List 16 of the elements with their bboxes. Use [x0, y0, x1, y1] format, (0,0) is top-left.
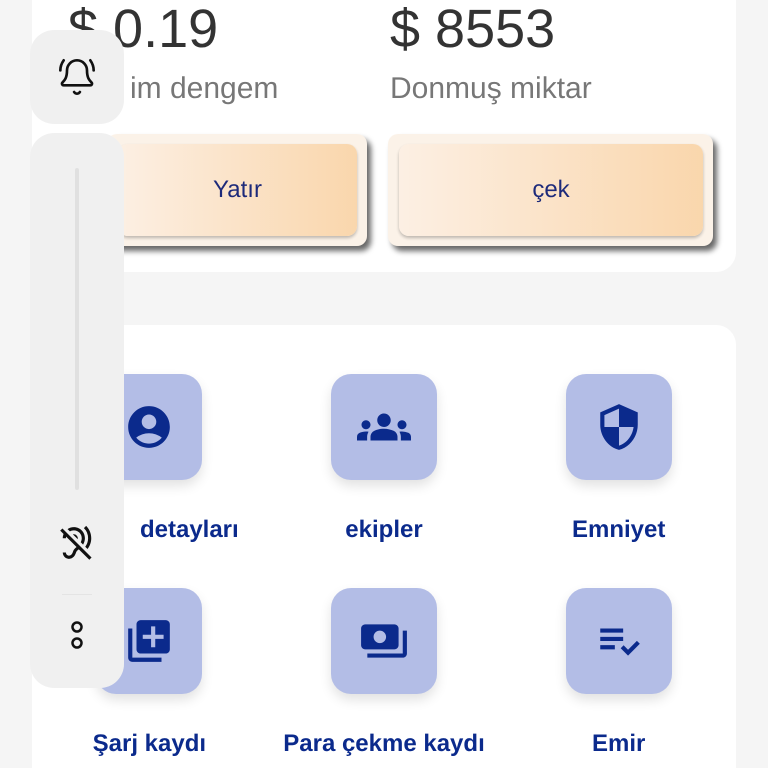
balance-amount: $ 8553	[390, 0, 556, 56]
balance-label: im dengem	[129, 72, 280, 106]
menu-label: Emniyet	[572, 516, 666, 544]
menu-tile[interactable]	[566, 374, 672, 480]
menu-tile[interactable]	[330, 374, 437, 480]
bell-icon	[57, 57, 97, 97]
more-icon[interactable]	[70, 619, 84, 651]
menu-tile[interactable]	[566, 588, 672, 694]
menu-label: Emir	[592, 730, 646, 758]
menu-label: ekipler	[345, 516, 423, 544]
withdraw-button[interactable]: çek	[399, 144, 703, 236]
menu-label: detayları	[140, 516, 239, 544]
balance-label: Donmuş miktar	[390, 72, 593, 106]
menu-tile[interactable]	[330, 588, 437, 694]
menu-label: Para çekme kaydı	[283, 730, 485, 758]
menu-label: Şarj kaydı	[92, 730, 206, 758]
